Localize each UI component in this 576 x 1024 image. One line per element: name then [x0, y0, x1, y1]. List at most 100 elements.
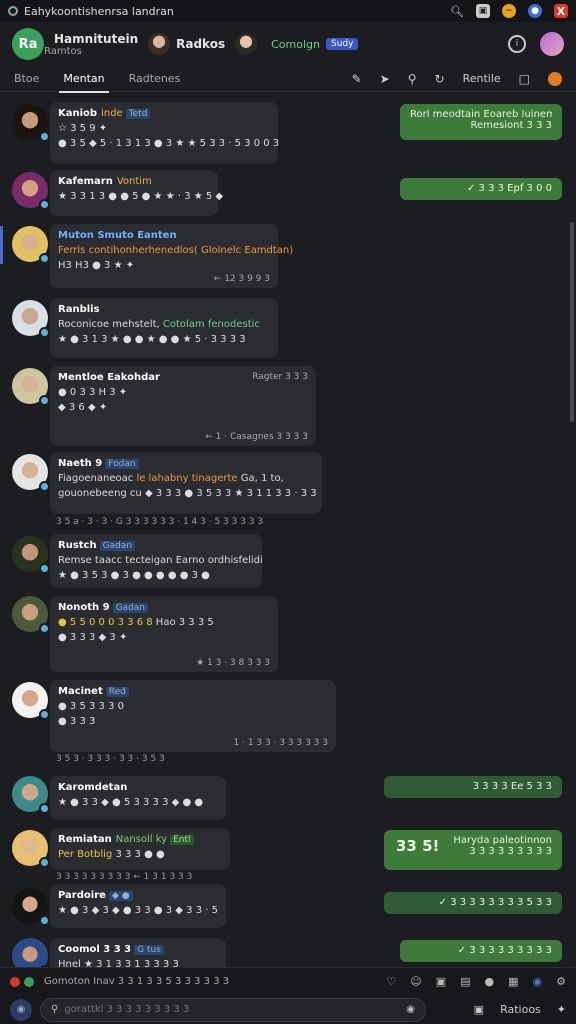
image-icon[interactable]: ▤ — [460, 975, 470, 988]
outgoing-message[interactable]: ✓ 3 3 3 3 3 3 3 3 3 — [400, 940, 562, 962]
outgoing-message[interactable]: ✓ 3 3 3 Epf 3 0 0 — [400, 178, 562, 200]
avatar[interactable] — [12, 776, 50, 814]
composer: ◉ ⚲ ◉ ▣ Ratioos ✦ — [0, 995, 576, 1024]
contact-avatar[interactable] — [148, 33, 171, 55]
tab-2[interactable]: Mentan — [59, 66, 109, 93]
message-bubble[interactable]: Coomol 3 3 3G tus Hnel ★ 3 1 3 3 1 3 3 3… — [50, 938, 226, 967]
timestamp: ← 1 · Casagnes 3 3 3 3 — [205, 432, 308, 442]
heart-icon[interactable]: ♡ — [386, 975, 396, 988]
verified-icon — [39, 131, 50, 142]
sticker-icon[interactable]: ▣ — [436, 975, 446, 988]
avatar[interactable] — [12, 938, 50, 967]
search-icon[interactable]: ⚲ — [408, 72, 417, 86]
avatar[interactable] — [12, 454, 50, 492]
avatar[interactable] — [12, 368, 50, 406]
tab-3[interactable]: Radtenes — [129, 66, 181, 92]
message-bubble[interactable]: Macinet Red ● 3 5 3 3 3 0 ● 3 3 3 1 · 1 3… — [50, 680, 336, 752]
contact-name: Radkos — [176, 37, 226, 51]
camera-icon[interactable]: ▣ — [474, 1003, 484, 1016]
expand-icon[interactable]: □ — [519, 72, 530, 86]
refresh-label[interactable]: Rentile — [463, 72, 501, 85]
edit-icon[interactable]: ✎ — [352, 72, 362, 86]
message-text: ☆ 3 5 9 ✦ — [58, 123, 108, 134]
message-bubble[interactable]: Kafemarn Vontim ★ 3 3 1 3 ● ● 5 ● ★ ★ · 3… — [50, 170, 223, 216]
group-logo[interactable]: Ra — [12, 28, 44, 60]
avatar[interactable] — [12, 226, 50, 264]
online-icon[interactable] — [24, 976, 34, 987]
composer-action-label[interactable]: Ratioos — [500, 1003, 541, 1016]
reactions: ★ ● 3 5 3 ● 3 ● ● ● ● ● 3 ● — [58, 570, 210, 581]
outgoing-message[interactable]: 3 3 3 3 Ee 5 3 3 — [384, 776, 562, 798]
outgoing-message[interactable]: 33 5! Haryda paleotinnon 3 3 3 3 3 3 3 3… — [384, 830, 562, 870]
message-meta: 3 5 3 · 3 3 3 · 3 3 · 3 5 3 — [56, 754, 165, 764]
globe-icon[interactable]: ◉ — [533, 975, 543, 988]
role-badge: Tetd — [125, 109, 151, 119]
message-meta: 3 5 a · 3 · 3 · G 3 3 3 3 3 3 · 1 4 3 · … — [56, 517, 264, 527]
pin-icon[interactable]: ✦ — [557, 1003, 566, 1016]
role-badge: Fodan — [105, 459, 139, 469]
window-title: Eahykoontishenrsa landran — [24, 4, 174, 18]
send-icon[interactable]: ➤ — [380, 72, 390, 86]
message-text-2: ● 3 3 3 ◆ 3 ✦ — [58, 632, 128, 643]
avatar[interactable] — [12, 830, 50, 868]
emoji-icon[interactable]: ☺ — [410, 975, 421, 988]
timestamp-top: Ragter 3 3 3 — [252, 372, 308, 382]
message-bubble[interactable]: Remiatan Nansoll ky Entl Per Botblig 3 3 3… — [50, 828, 230, 870]
avatar[interactable] — [12, 596, 50, 634]
sender-tag: Vontim — [116, 176, 152, 187]
record-icon[interactable] — [10, 976, 20, 987]
message-tail: Ga, 1 to, — [240, 473, 284, 484]
message-bubble[interactable]: Rustch Gadan Remse taacc tecteigan Earno … — [50, 534, 263, 588]
notification-icon[interactable] — [548, 71, 562, 86]
sender-name: Rustch — [58, 540, 97, 551]
contact-avatar-2[interactable] — [235, 33, 258, 55]
status-badge: Sudy — [325, 38, 359, 50]
message-text: Ferrls contihonherhenedlos( Glolnelc Eam… — [58, 245, 294, 256]
verified-icon — [39, 327, 50, 338]
sender-name: Macinet — [58, 686, 103, 697]
message-text: ● 0 3 3 H 3 ✦ — [58, 387, 128, 398]
gallery-icon[interactable]: ▦ — [508, 975, 518, 988]
window-icon[interactable]: ▣ — [476, 4, 490, 18]
scrollbar[interactable] — [570, 222, 574, 422]
avatar[interactable] — [12, 172, 50, 210]
message-bubble[interactable]: Ranblis Roconicoe mehstelt, Cotolam feno… — [50, 298, 278, 358]
close-icon[interactable]: X — [554, 4, 568, 18]
sender-name: Pardoire — [58, 890, 106, 901]
sender-name: Karomdetan — [58, 782, 128, 793]
avatar[interactable] — [12, 104, 50, 142]
message-text: Per Botblig — [58, 849, 113, 860]
role-badge: Entl — [170, 835, 194, 845]
avatar[interactable] — [12, 888, 50, 926]
message-input-wrapper[interactable]: ⚲ ◉ — [40, 997, 426, 1022]
message-bubble[interactable]: Karomdetan ★ ● 3 3 ◆ ● 5 3 3 3 3 ◆ ● ● — [50, 776, 226, 820]
minimize-icon[interactable]: − — [502, 4, 516, 18]
message-list[interactable]: Kaniob inde Tetd ☆ 3 5 9 ✦ ● 3 5 ◆ 5 · 1 3… — [0, 92, 576, 967]
refresh-icon[interactable]: ↻ — [435, 72, 445, 86]
message-bubble[interactable]: Naeth 9 Fodan Fiagoenaneoac le lahabny ti… — [50, 452, 322, 514]
avatar[interactable] — [12, 682, 50, 720]
verified-icon — [39, 709, 50, 720]
message-bubble[interactable]: Muton Smuto Eanten Ferrls contihonherhen… — [50, 224, 294, 288]
search-icon[interactable]: 🔍︎ — [450, 4, 464, 18]
message-bubble[interactable]: Pardoire ◆ ● ★ ● 3 ◆ 3 ◆ ● 3 3 ● 3 ◆ 3 3 … — [50, 884, 226, 928]
reactions: ● 3 5 ◆ 5 · 1 3 1 3 ● 3 ★ ★ 5 3 3 · 5 3 … — [58, 138, 280, 149]
contact-icon[interactable]: ● — [485, 975, 495, 988]
globe-icon[interactable]: ● — [528, 4, 542, 18]
settings-icon[interactable]: ⚙ — [556, 975, 566, 988]
verified-icon — [39, 623, 50, 634]
outgoing-message[interactable]: Rorl meodtain Eoareb Iuinemon Remesiont … — [400, 104, 562, 140]
outgoing-message[interactable]: ✓ 3 3 3 3 3 3 3 3 5 3 3 — [384, 892, 562, 914]
message-bubble[interactable]: Kaniob inde Tetd ☆ 3 5 9 ✦ ● 3 5 ◆ 5 · 1 3… — [50, 102, 280, 164]
avatar[interactable] — [12, 300, 50, 338]
tab-1[interactable]: Btoe — [14, 66, 39, 92]
avatar[interactable] — [12, 536, 50, 574]
message-input[interactable] — [64, 1004, 395, 1015]
attach-icon[interactable]: ◉ — [10, 998, 32, 1021]
sender-name: Kafemarn — [58, 176, 113, 187]
profile-avatar[interactable] — [540, 32, 564, 56]
voice-icon[interactable]: ◉ — [406, 1004, 415, 1015]
message-bubble[interactable]: Mentloe Eakohdar Ragter 3 3 3 ● 0 3 3 H … — [50, 366, 316, 446]
info-icon[interactable]: i — [508, 35, 526, 53]
message-bubble[interactable]: Nonoth 9 Gadan ● 5 5 0 0 0 3 3 6 8 Hao 3 … — [50, 596, 278, 672]
